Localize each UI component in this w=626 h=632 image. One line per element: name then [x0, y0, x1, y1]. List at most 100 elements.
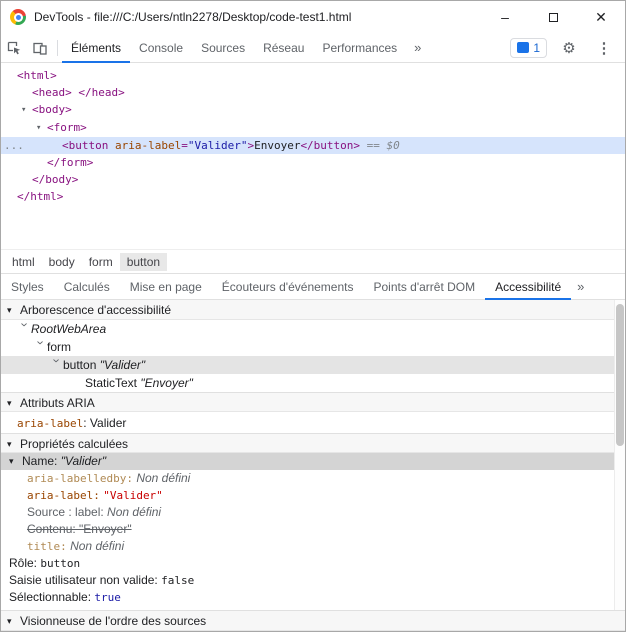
section-accessibility-tree[interactable]: ▾ Arborescence d'accessibilité: [1, 300, 625, 320]
token-stri: "Envoyer": [140, 376, 193, 390]
device-toolbar-icon[interactable]: [27, 34, 53, 62]
dom-node-form-open[interactable]: ▾ <form>: [1, 119, 625, 137]
token-tag: <form>: [47, 121, 87, 134]
computed-properties-list: ▾ Name: "Valider" aria-labelledby: Non déf…: [1, 453, 625, 606]
token-role: button: [63, 358, 100, 372]
computed-role-row: Rôle: button: [1, 555, 625, 572]
a11y-node-statictext[interactable]: StaticText "Envoyer": [1, 374, 625, 392]
close-button[interactable]: ✕: [577, 1, 625, 33]
subtab-points-d-arrêt-dom[interactable]: Points d'arrêt DOM: [363, 273, 485, 300]
token-attr: aria-label:: [27, 489, 100, 502]
token-plain2: Name:: [22, 454, 61, 468]
token-role: form: [47, 340, 71, 354]
section-aria-attributes[interactable]: ▾ Attributs ARIA: [1, 392, 625, 412]
a11y-node-rootwebarea[interactable]: ›RootWebArea: [1, 320, 625, 338]
menu-dots-icon[interactable]: ⋮: [591, 34, 617, 62]
more-subtabs-icon[interactable]: »: [571, 279, 590, 294]
token-grayi: Non défini: [70, 539, 125, 553]
minimize-button[interactable]: –: [481, 1, 529, 33]
badge-count: 1: [533, 40, 540, 55]
computed-name-row[interactable]: ▾ Name: "Valider": [1, 453, 625, 470]
subtab-mise-en-page[interactable]: Mise en page: [120, 273, 212, 300]
subtab-styles[interactable]: Styles: [1, 273, 54, 300]
expand-caret-icon[interactable]: ›: [18, 323, 33, 335]
section-title: Arborescence d'accessibilité: [20, 303, 172, 317]
token-eq: ==: [360, 139, 387, 152]
dom-node-html-open[interactable]: <html>: [1, 67, 625, 84]
dom-tree: <html> <head> </head> ▾ <body> ▾ <form>... <bu…: [1, 63, 625, 249]
aria-attributes-list: aria-label: Valider: [1, 412, 625, 433]
section-caret-icon: ▾: [7, 616, 12, 626]
section-title: Visionneuse de l'ordre des sources: [20, 614, 207, 628]
token-dark: button: [40, 557, 81, 570]
crumb-form[interactable]: form: [82, 253, 120, 271]
token-plain2: Sélectionnable:: [9, 590, 95, 604]
inspect-element-icon[interactable]: [1, 34, 27, 62]
subtab-calculés[interactable]: Calculés: [54, 273, 120, 300]
scrollbar-thumb[interactable]: [616, 304, 624, 446]
expand-caret-icon[interactable]: ›: [50, 359, 65, 371]
section-caret-icon: ▾: [7, 439, 12, 449]
scrollbar[interactable]: [614, 300, 625, 610]
devtools-toolbar: Éléments Console Sources Réseau Performances…: [1, 33, 625, 63]
token-plain2: Rôle:: [9, 556, 41, 570]
token-attr: aria-label: [114, 139, 182, 152]
crumb-html[interactable]: html: [5, 253, 42, 271]
expand-caret-icon[interactable]: ▾: [36, 120, 47, 137]
tab-console[interactable]: Console: [130, 33, 192, 63]
a11y-node-form[interactable]: ›form: [1, 338, 625, 356]
tab-sources[interactable]: Sources: [192, 33, 254, 63]
dom-node-body-close[interactable]: </body>: [1, 171, 625, 188]
token-rolei: RootWebArea: [31, 322, 107, 336]
maximize-button[interactable]: [529, 1, 577, 33]
token-stri: "Valider": [60, 454, 107, 468]
tab-performances[interactable]: Performances: [313, 33, 406, 63]
toolbar-right: 1 ⚙ ⋮: [510, 34, 625, 62]
dom-node-body-open[interactable]: ▾ <body>: [1, 101, 625, 119]
more-actions-icon[interactable]: ...: [4, 137, 24, 154]
dom-node-head[interactable]: <head> </head>: [1, 84, 625, 101]
expand-caret-icon[interactable]: ▾: [21, 102, 32, 119]
token-plain: Envoyer: [254, 139, 301, 152]
token-tag: </html>: [17, 190, 64, 203]
computed-focusable-row: Sélectionnable: true: [1, 589, 625, 606]
settings-gear-icon[interactable]: ⚙: [556, 34, 582, 62]
computed-title-row: title: Non défini: [1, 538, 625, 555]
section-source-order-viewer[interactable]: ▾ Visionneuse de l'ordre des sources: [1, 610, 625, 631]
token-tag: <html>: [17, 69, 57, 82]
token-plain2: Saisie utilisateur non valide:: [9, 573, 162, 587]
token-gray: Contenu: "Envoyer": [27, 522, 132, 536]
section-computed-properties[interactable]: ▾ Propriétés calculées: [1, 433, 625, 453]
dom-node-button-selected[interactable]: ... <button aria-label="Valider">Envoyer<…: [1, 137, 625, 154]
token-tag: =: [181, 139, 188, 152]
token-red: "Valider": [103, 489, 163, 502]
more-tabs-icon[interactable]: »: [406, 40, 429, 55]
maximize-icon: [548, 12, 558, 22]
dom-node-html-close[interactable]: </html>: [1, 188, 625, 205]
panel-tabs: Éléments Console Sources Réseau Performances: [62, 33, 406, 63]
accessibility-tree: ›RootWebArea ›form ›button "Valider" Static…: [1, 320, 625, 392]
tab-réseau[interactable]: Réseau: [254, 33, 313, 63]
token-attrdim: aria-labelledby:: [27, 472, 133, 485]
computed-invalid-row: Saisie utilisateur non valide: false: [1, 572, 625, 589]
tab-éléments[interactable]: Éléments: [62, 33, 130, 63]
expand-caret-icon[interactable]: ›: [34, 341, 49, 353]
subtab-accessibilité[interactable]: Accessibilité: [485, 273, 571, 300]
computed-source-label-row: Source : label: Non défini: [1, 504, 625, 521]
dom-node-form-close[interactable]: </form>: [1, 154, 625, 171]
a11y-node-button-selected[interactable]: ›button "Valider": [1, 356, 625, 374]
aria-attribute-row: aria-label: Valider: [1, 412, 625, 433]
token-tag: <body>: [32, 103, 72, 116]
token-plain2: :: [83, 416, 90, 430]
token-gray: Source : label:: [27, 505, 108, 519]
expand-caret-icon[interactable]: ▾: [9, 453, 22, 470]
console-messages-badge[interactable]: 1: [510, 37, 547, 58]
section-title: Attributs ARIA: [20, 396, 95, 410]
subtab-écouteurs-d-événements[interactable]: Écouteurs d'événements: [212, 273, 364, 300]
section-caret-icon: ▾: [7, 398, 12, 408]
token-attr: aria-label: [17, 417, 84, 430]
crumb-button[interactable]: button: [119, 252, 168, 271]
token-attrdim: title:: [27, 540, 67, 553]
crumb-body[interactable]: body: [42, 253, 82, 271]
